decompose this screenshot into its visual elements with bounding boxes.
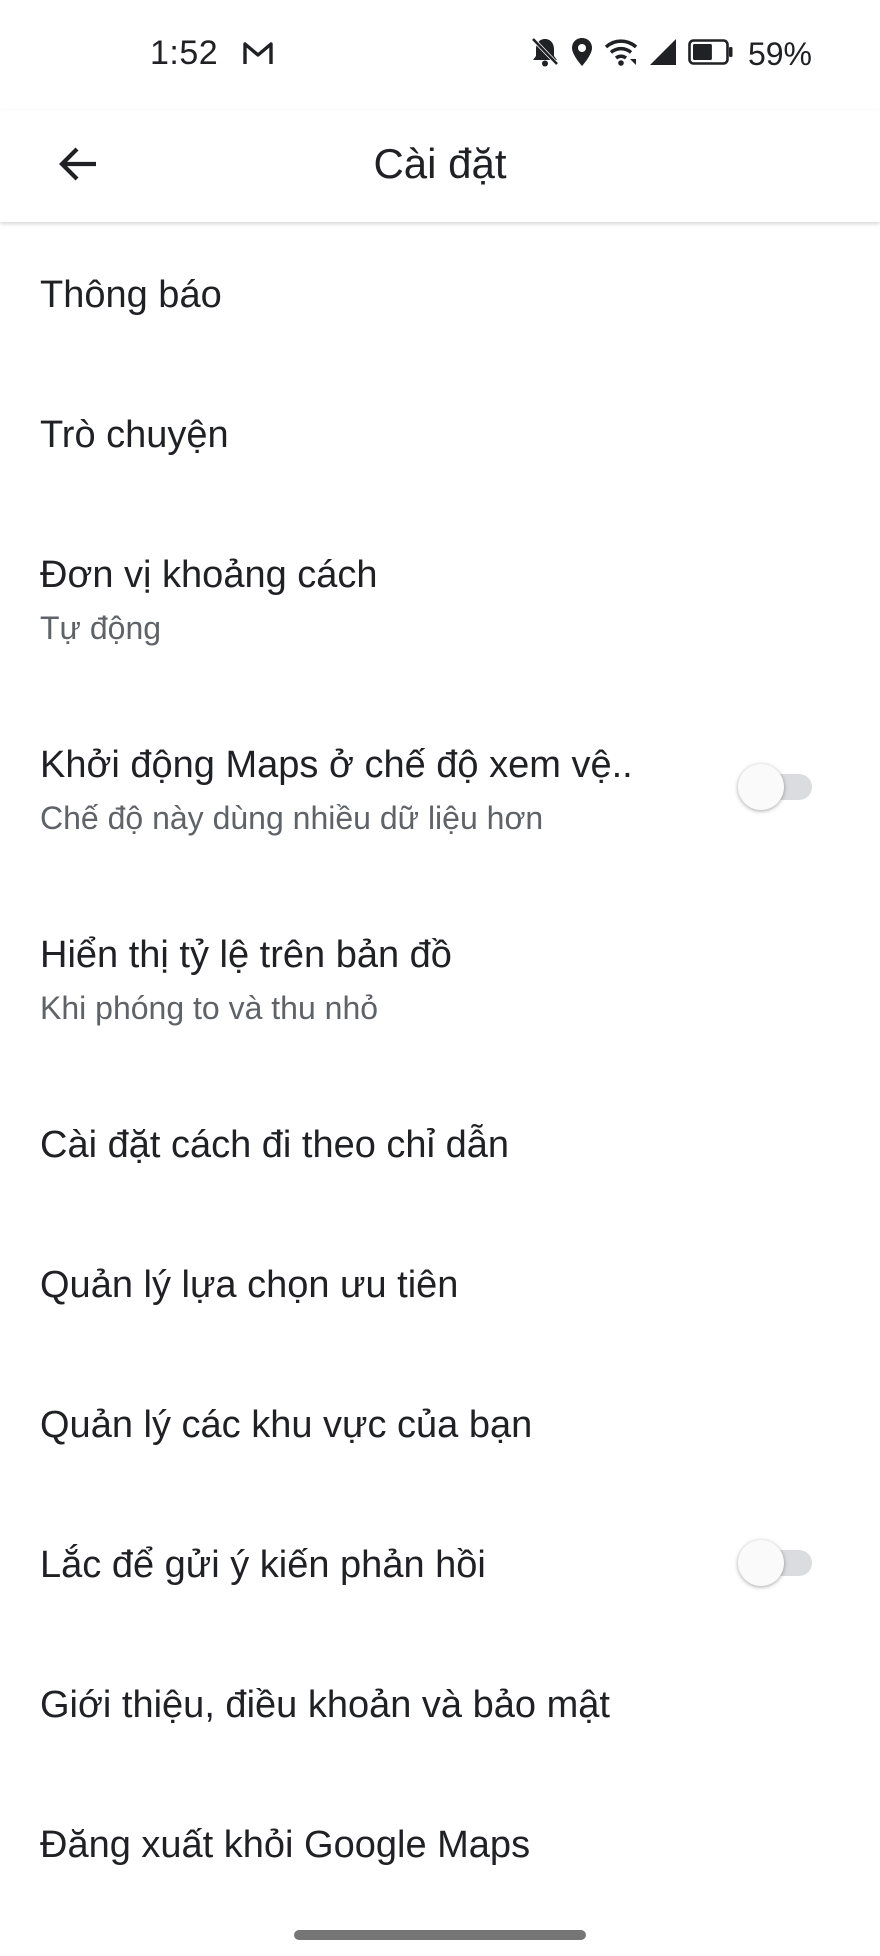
- settings-item-title: Quản lý lựa chọn ưu tiên: [40, 1264, 459, 1306]
- settings-item-areas[interactable]: Quản lý các khu vực của bạn: [0, 1352, 880, 1492]
- settings-item-preferences[interactable]: Quản lý lựa chọn ưu tiên: [0, 1212, 880, 1352]
- settings-item-title: Thông báo: [40, 274, 222, 316]
- settings-item-title: Đơn vị khoảng cách: [40, 554, 378, 596]
- settings-item-title: Giới thiệu, điều khoản và bảo mật: [40, 1684, 610, 1726]
- settings-item-title: Hiển thị tỷ lệ trên bản đồ: [40, 934, 452, 976]
- status-bar: 1:52 59%: [0, 0, 880, 110]
- app-bar: Cài đặt: [0, 110, 880, 222]
- settings-item-distance-units[interactable]: Đơn vị khoảng cách Tự động: [0, 502, 880, 692]
- settings-item-title: Lắc để gửi ý kiến phản hồi: [40, 1544, 486, 1586]
- gmail-icon: [242, 40, 274, 66]
- gesture-nav-handle[interactable]: [294, 1930, 586, 1940]
- settings-item-subtitle: Khi phóng to và thu nhỏ: [40, 990, 379, 1026]
- settings-item-satellite-view[interactable]: Khởi động Maps ở chế độ xem vệ.. Chế độ …: [0, 692, 880, 882]
- battery-percent: 59%: [747, 35, 812, 72]
- shake-feedback-toggle[interactable]: [738, 1538, 814, 1586]
- settings-item-title: Trò chuyện: [40, 414, 229, 456]
- status-time: 1:52: [150, 34, 219, 72]
- wifi-icon: [604, 37, 638, 72]
- settings-item-title: Cài đặt cách đi theo chỉ dẫn: [40, 1124, 509, 1166]
- settings-item-subtitle: Tự động: [40, 610, 162, 646]
- status-icons: 59%: [530, 32, 812, 76]
- settings-item-subtitle: Chế độ này dùng nhiều dữ liệu hơn: [40, 800, 544, 836]
- settings-item-title: Quản lý các khu vực của bạn: [40, 1404, 533, 1446]
- location-icon: [570, 36, 594, 73]
- notifications-off-icon: [530, 36, 560, 73]
- settings-item-navigation[interactable]: Cài đặt cách đi theo chỉ dẫn: [0, 1072, 880, 1212]
- cell-signal-icon: [648, 37, 678, 72]
- settings-item-title: Đăng xuất khỏi Google Maps: [40, 1824, 531, 1866]
- toggle-thumb: [738, 1540, 784, 1586]
- settings-item-title: Khởi động Maps ở chế độ xem vệ..: [40, 744, 633, 786]
- settings-item-notifications[interactable]: Thông báo: [0, 222, 880, 362]
- satellite-view-toggle[interactable]: [738, 762, 814, 810]
- settings-item-about[interactable]: Giới thiệu, điều khoản và bảo mật: [0, 1632, 880, 1772]
- settings-item-sign-out[interactable]: Đăng xuất khỏi Google Maps: [0, 1772, 880, 1912]
- settings-item-shake-feedback[interactable]: Lắc để gửi ý kiến phản hồi: [0, 1492, 880, 1632]
- settings-item-show-scale[interactable]: Hiển thị tỷ lệ trên bản đồ Khi phóng to …: [0, 882, 880, 1072]
- battery-icon: [688, 38, 734, 70]
- settings-item-chat[interactable]: Trò chuyện: [0, 362, 880, 502]
- toggle-thumb: [738, 764, 784, 810]
- page-title: Cài đặt: [373, 140, 507, 187]
